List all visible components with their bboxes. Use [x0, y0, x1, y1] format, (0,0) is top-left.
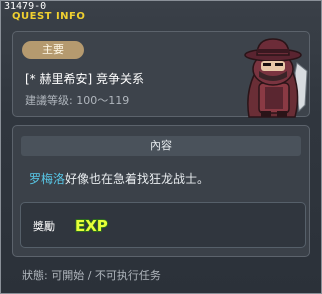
quest-status-text: 狀態: 可開始 / 不可执行任务 — [22, 269, 161, 282]
npc-portrait-icon — [244, 38, 308, 118]
npc-name: 罗梅洛 — [29, 172, 66, 186]
exp-reward-text: EXP — [75, 217, 108, 235]
content-header: 內容 — [21, 136, 301, 156]
quest-description: 罗梅洛好像也在急着找狂龙战士。 — [29, 170, 209, 187]
exp-reward-icon[interactable]: EXP — [73, 215, 113, 237]
reward-label: 獎勵 — [33, 220, 55, 233]
quest-description-text: 好像也在急着找狂龙战士。 — [65, 172, 210, 186]
quest-level-recommendation: 建議等级: 100～119 — [25, 94, 130, 107]
quest-name: [* 赫里希安] 竞争关系 — [25, 72, 144, 86]
quest-summary-panel: 主要 [* 赫里希安] 竞争关系 建議等级: 100～119 — [12, 31, 310, 118]
quest-info-window: 31479-0 QUEST INFO 主要 [* 赫里希安] 竞争关系 建議等级… — [0, 0, 322, 294]
quest-content-panel: 內容 罗梅洛好像也在急着找狂龙战士。 獎勵 EXP — [12, 125, 310, 257]
quest-type-badge: 主要 — [22, 41, 84, 59]
reward-box: 獎勵 EXP — [20, 202, 306, 248]
window-title: QUEST INFO — [12, 11, 86, 22]
